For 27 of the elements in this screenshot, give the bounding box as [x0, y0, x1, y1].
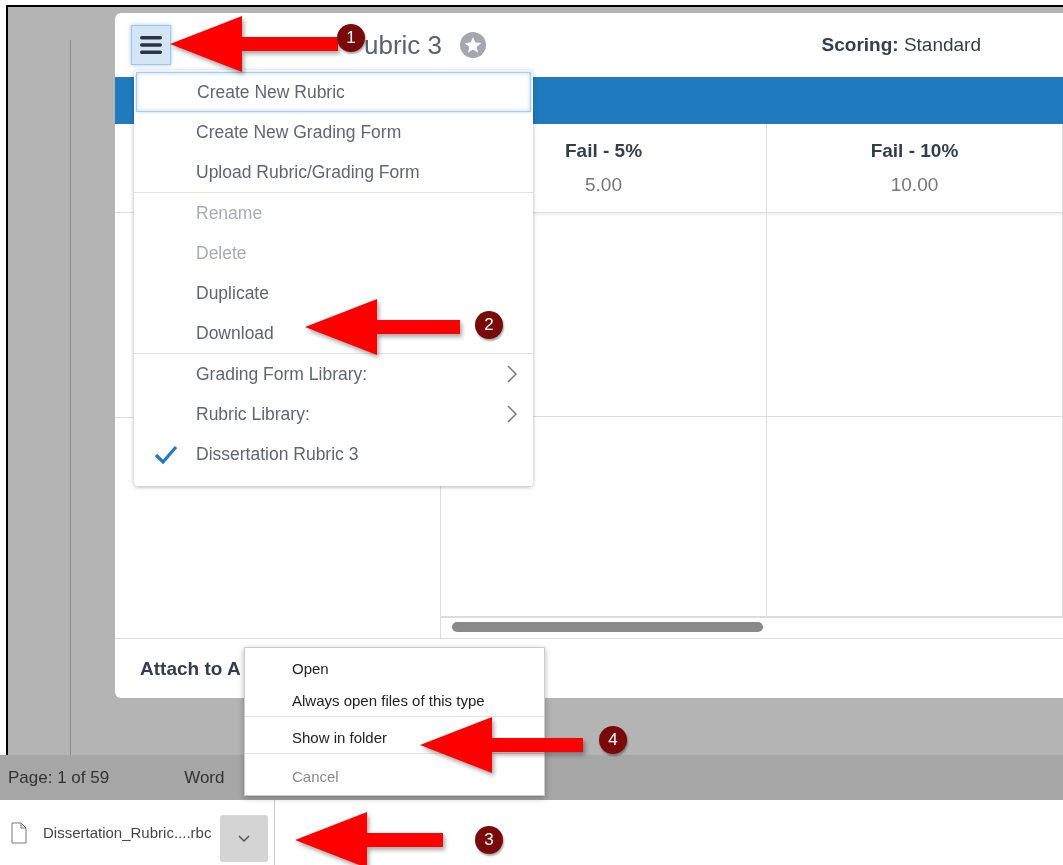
level-points: 10.00	[890, 173, 939, 196]
file-icon	[11, 821, 27, 844]
menu-button[interactable]	[131, 25, 171, 65]
chevron-right-icon	[507, 365, 517, 383]
chevron-down-icon	[238, 834, 251, 843]
menu-item[interactable]: Dissertation Rubric 3	[136, 434, 367, 474]
level-points: 5.00	[585, 173, 622, 196]
scoring-label: Scoring: Standard	[821, 34, 981, 56]
menu-icon	[140, 35, 162, 55]
menu-item[interactable]: Create New Rubric	[136, 72, 531, 112]
level-name: Fail - 10%	[870, 139, 959, 162]
page-count: Page: 1 of 59	[8, 767, 110, 788]
menu-item[interactable]: Create New Grading Form	[136, 112, 410, 152]
menu-item[interactable]: Rubric Library:	[136, 394, 531, 434]
step-badge: 3	[475, 826, 503, 854]
file-name[interactable]: Dissertation_Rubric....rbc	[43, 824, 212, 841]
chevron-right-icon	[507, 405, 517, 423]
context-menu-item[interactable]: Show in folder	[245, 721, 396, 753]
menu-item[interactable]: Download	[136, 313, 282, 353]
menu-item[interactable]: Duplicate	[136, 273, 277, 313]
word-count: Word	[184, 767, 225, 788]
menu-item[interactable]: Grading Form Library:	[136, 354, 531, 394]
scrollbar-thumb[interactable]	[452, 622, 763, 633]
context-menu-item[interactable]: Open	[245, 652, 337, 684]
level-name: Fail - 5%	[564, 139, 643, 162]
rubric-title: ubric 3	[364, 29, 443, 61]
menu-item[interactable]: Upload Rubric/Grading Form	[136, 152, 428, 192]
